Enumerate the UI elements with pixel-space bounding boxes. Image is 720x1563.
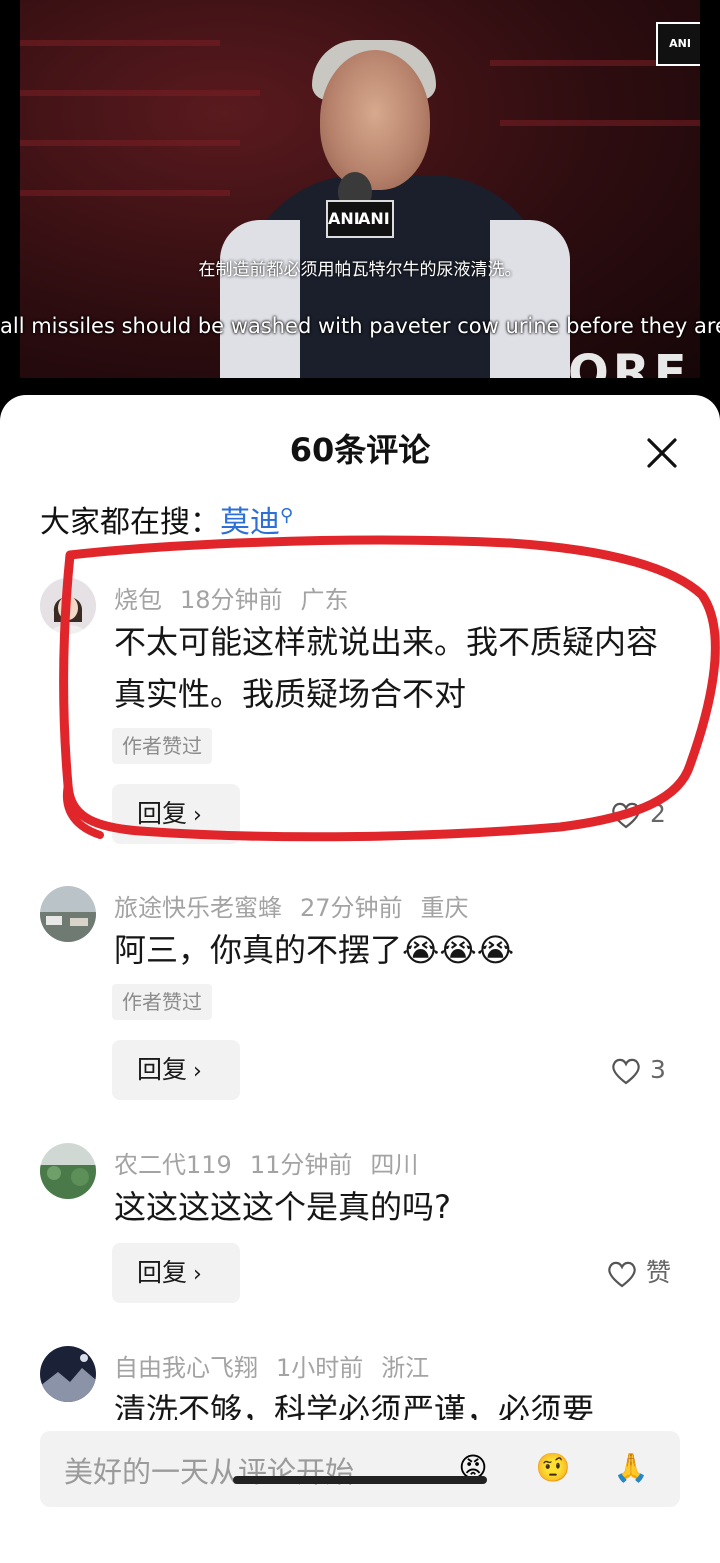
- skeptical-emoji-button[interactable]: 🤨: [532, 1447, 574, 1489]
- heart-icon: [612, 1058, 640, 1085]
- comment-time: 11分钟前: [249, 1151, 353, 1179]
- background-stripe: [20, 90, 260, 96]
- avatar[interactable]: [40, 886, 96, 942]
- subtitle-chinese: 在制造前都必须用帕瓦特尔牛的尿液清洗。: [198, 260, 522, 280]
- like-button[interactable]: 2: [610, 794, 666, 834]
- avatar[interactable]: [40, 578, 96, 634]
- comment-input-placeholder: 美好的一天从评论开始: [64, 1455, 355, 1489]
- background-stripe: [20, 40, 220, 46]
- comment-text: 不太可能这样就说出来。我不质疑内容真实性。我质疑场合不对: [114, 623, 659, 713]
- avatar-image: [40, 578, 96, 634]
- heart-icon: [612, 802, 640, 829]
- like-count: 3: [650, 1055, 666, 1084]
- close-button[interactable]: [640, 431, 684, 475]
- comment-username[interactable]: 烧包: [114, 586, 162, 614]
- laughing-crying-emoji: 😭: [402, 931, 440, 969]
- ani-logo: ANI: [656, 22, 700, 66]
- comment-time: 27分钟前: [300, 894, 403, 922]
- heart-icon: [608, 1261, 636, 1288]
- background-stripe: [20, 190, 230, 196]
- speaker-shirt: [220, 220, 300, 378]
- trending-search: 大家都在搜：莫迪⚲: [40, 497, 293, 541]
- avatar[interactable]: [40, 1143, 96, 1199]
- comment-time: 18分钟前: [180, 586, 283, 614]
- avatar-image: [40, 1143, 96, 1199]
- reply-label: 回复: [137, 799, 188, 828]
- chevron-right-icon: ›: [193, 1059, 202, 1084]
- like-count: 2: [650, 799, 666, 828]
- mic-flag: ANIANI: [326, 200, 394, 238]
- home-indicator[interactable]: [233, 1476, 487, 1484]
- comment-text: 清洗不够，科学必须严谨，必须要: [114, 1391, 595, 1420]
- chevron-right-icon: ›: [193, 803, 202, 828]
- subtitle-english: all missiles should be washed with pavet…: [0, 314, 720, 338]
- reply-label: 回复: [137, 1055, 188, 1084]
- comment-text-body: 阿三，你真的不摆了: [114, 931, 403, 969]
- pray-emoji-button[interactable]: 🙏: [610, 1447, 652, 1489]
- reply-button[interactable]: 回复 ›: [112, 1040, 240, 1100]
- comment-text: 阿三，你真的不摆了😭😭😭: [114, 924, 714, 976]
- laughing-crying-emoji: 😭: [439, 931, 477, 969]
- trending-search-link[interactable]: 莫迪: [220, 505, 280, 540]
- comment-input[interactable]: 美好的一天从评论开始 😡 🤨 🙏: [40, 1431, 680, 1507]
- comment-meta: 旅途快乐老蜜蜂 27分钟前 重庆: [114, 888, 487, 923]
- search-icon: ⚲: [280, 505, 294, 526]
- close-icon: [647, 438, 677, 468]
- comment-username[interactable]: 旅途快乐老蜜蜂: [114, 894, 282, 922]
- comment-item: 自由我心飞翔 1小时前 浙江 清洗不够，科学必须严谨，必须要: [0, 1338, 720, 1420]
- author-liked-badge: 作者赞过: [112, 728, 212, 764]
- chevron-right-icon: ›: [193, 1262, 202, 1287]
- comment-time: 1小时前: [276, 1354, 364, 1382]
- speaker-shirt: [490, 220, 570, 378]
- avatar-image: [40, 886, 96, 942]
- comment-username[interactable]: 农二代119: [114, 1151, 232, 1179]
- comment-location: 广东: [300, 586, 349, 614]
- reply-button[interactable]: 回复 ›: [112, 1243, 240, 1303]
- trending-search-label: 大家都在搜：: [40, 505, 220, 540]
- mic-flag-label: ANI: [358, 209, 390, 228]
- speaker-head: [320, 50, 430, 190]
- reply-button[interactable]: 回复 ›: [112, 784, 240, 844]
- comment-meta: 自由我心飞翔 1小时前 浙江: [114, 1348, 447, 1383]
- comments-sheet: 60条评论 大家都在搜：莫迪⚲ 烧包 18分钟前 广东 不太可能这样就说出来。我不质…: [0, 395, 720, 1563]
- comment-location: 重庆: [420, 894, 469, 922]
- background-stripe: [20, 140, 240, 146]
- author-liked-badge: 作者赞过: [112, 984, 212, 1020]
- avatar[interactable]: [40, 1346, 96, 1402]
- like-button[interactable]: 3: [610, 1050, 666, 1090]
- background-stripe: [500, 120, 700, 126]
- mic-flag-label: ANI: [328, 209, 360, 228]
- laughing-crying-emoji: 😭: [476, 931, 515, 969]
- comment-meta: 农二代119 11分钟前 四川: [114, 1145, 436, 1180]
- comment-text: 这这这这这个是真的吗?: [114, 1188, 451, 1226]
- comment-location: 四川: [370, 1151, 419, 1179]
- avatar-image: [40, 1346, 96, 1402]
- like-label: 赞: [646, 1258, 672, 1287]
- background-text: ORE: [568, 345, 691, 378]
- comment-location: 浙江: [381, 1354, 430, 1382]
- video-player[interactable]: ANIANI ANI ORE 在制造前都必须用帕瓦特尔牛的尿液清洗。 all m…: [0, 0, 720, 400]
- comments-title: 60条评论: [289, 431, 431, 469]
- comment-meta: 烧包 18分钟前 广东: [114, 580, 367, 615]
- comment-username[interactable]: 自由我心飞翔: [114, 1354, 258, 1382]
- like-button[interactable]: 赞: [606, 1253, 671, 1293]
- reply-label: 回复: [137, 1258, 188, 1287]
